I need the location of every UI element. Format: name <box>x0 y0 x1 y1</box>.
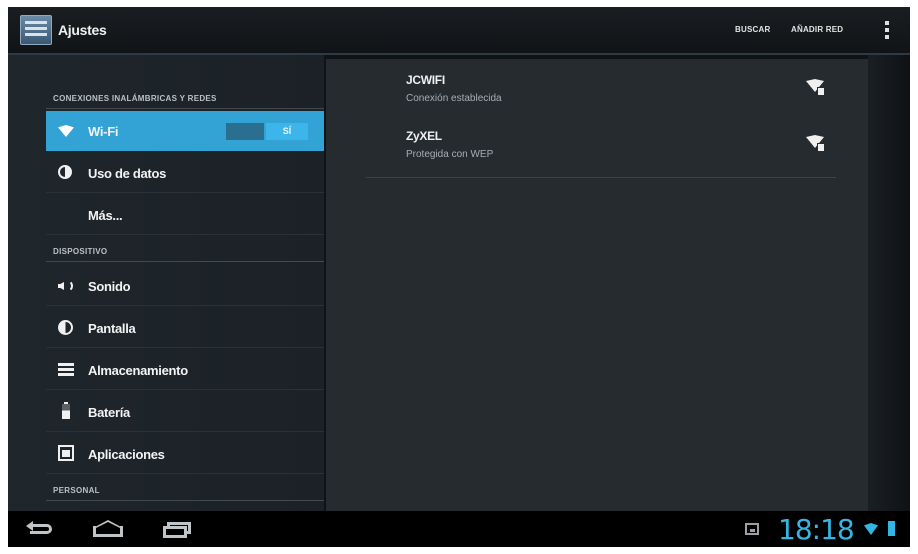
sidebar-item-label: Uso de datos <box>88 166 167 181</box>
sidebar-item-label: Batería <box>88 405 130 420</box>
wifi-signal-lock-icon <box>806 79 825 96</box>
sidebar-item-battery[interactable]: Batería <box>46 392 324 432</box>
network-item-jcwifi[interactable]: JCWIFI Conexión establecida <box>366 65 836 119</box>
network-status: Protegida con WEP <box>406 149 494 160</box>
wifi-icon <box>58 125 74 137</box>
section-divider <box>46 500 324 501</box>
settings-app-icon[interactable] <box>20 15 52 45</box>
data-usage-icon <box>58 165 72 179</box>
battery-status-icon <box>888 521 895 536</box>
sidebar-item-label: Almacenamiento <box>88 363 188 378</box>
pane-shadow <box>868 55 910 511</box>
sidebar-item-label: Sonido <box>88 279 131 294</box>
settings-sidebar: CONEXIONES INALÁMBRICAS Y REDES Wi-Fi SÍ… <box>8 55 324 511</box>
overflow-menu-icon[interactable] <box>882 21 892 43</box>
sidebar-item-label: Aplicaciones <box>88 447 165 462</box>
wifi-networks-pane: JCWIFI Conexión establecida ZyXEL Proteg… <box>326 59 868 511</box>
brightness-icon <box>58 320 73 335</box>
toggle-off-segment <box>226 123 264 140</box>
sidebar-item-storage[interactable]: Almacenamiento <box>46 350 324 390</box>
list-divider <box>366 177 836 178</box>
sidebar-item-label: Wi-Fi <box>88 124 119 139</box>
battery-icon <box>62 402 70 419</box>
sidebar-item-more[interactable]: Más... <box>46 195 324 235</box>
wifi-status-icon <box>864 523 878 535</box>
sidebar-item-apps[interactable]: Aplicaciones <box>46 434 324 474</box>
sidebar-item-display[interactable]: Pantalla <box>46 308 324 348</box>
notification-icon[interactable] <box>745 523 759 535</box>
sidebar-item-label: Más... <box>88 208 123 223</box>
network-item-zyxel[interactable]: ZyXEL Protegida con WEP <box>366 121 836 175</box>
recent-apps-icon[interactable] <box>161 520 193 538</box>
system-bar: 18:18 <box>8 511 910 547</box>
home-icon[interactable] <box>91 520 125 538</box>
search-button[interactable]: BUSCAR <box>735 25 770 34</box>
status-clock[interactable]: 18:18 <box>778 513 855 546</box>
app-title: Ajustes <box>58 22 107 38</box>
section-divider <box>46 108 324 109</box>
wifi-signal-lock-icon <box>806 135 825 152</box>
apps-icon <box>58 445 74 461</box>
back-icon[interactable] <box>26 520 56 538</box>
speaker-icon <box>58 279 74 293</box>
screen: Ajustes BUSCAR AÑADIR RED CONEXIONES INA… <box>8 7 910 547</box>
sidebar-item-data-usage[interactable]: Uso de datos <box>46 153 324 193</box>
section-header-device: DISPOSITIVO <box>53 247 108 256</box>
section-header-wireless: CONEXIONES INALÁMBRICAS Y REDES <box>53 94 217 103</box>
network-name: JCWIFI <box>406 73 445 87</box>
wifi-toggle[interactable]: SÍ <box>226 123 308 140</box>
toggle-on-segment: SÍ <box>266 123 308 140</box>
network-name: ZyXEL <box>406 129 442 143</box>
add-network-button[interactable]: AÑADIR RED <box>791 25 843 34</box>
sidebar-item-label: Pantalla <box>88 321 136 336</box>
section-header-personal: PERSONAL <box>53 486 100 495</box>
sidebar-item-sound[interactable]: Sonido <box>46 266 324 306</box>
sidebar-item-wifi[interactable]: Wi-Fi SÍ <box>46 111 324 151</box>
network-status: Conexión establecida <box>406 93 502 104</box>
action-bar: Ajustes BUSCAR AÑADIR RED <box>8 7 910 55</box>
section-divider <box>46 261 324 262</box>
storage-icon <box>58 363 74 377</box>
